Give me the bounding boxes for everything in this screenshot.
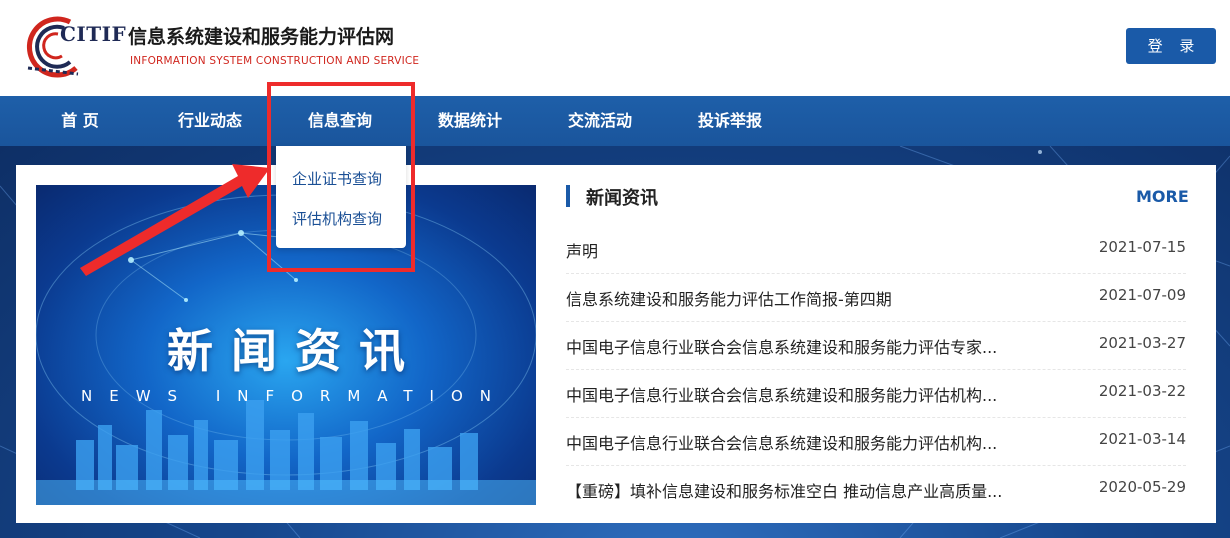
login-button[interactable]: 登 录 [1126, 28, 1216, 64]
section-accent-bar [566, 185, 570, 207]
news-item-title[interactable]: 中国电子信息行业联合会信息系统建设和服务能力评估机构... [566, 430, 997, 454]
news-item-date: 2021-03-14 [1098, 430, 1186, 448]
news-list-item[interactable]: 中国电子信息行业联合会信息系统建设和服务能力评估机构... 2021-03-14 [566, 417, 1186, 466]
nav-item-complaints[interactable]: 投诉举报 [690, 96, 770, 146]
site-header: CITIF 信息系统建设和服务能力评估网 INFORMATION SYSTEM … [0, 0, 1230, 96]
nav-item-events[interactable]: 交流活动 [560, 96, 640, 146]
news-item-title[interactable]: 中国电子信息行业联合会信息系统建设和服务能力评估专家... [566, 334, 997, 358]
site-subtitle: INFORMATION SYSTEM CONSTRUCTION AND SERV… [130, 55, 420, 67]
news-item-date: 2020-05-29 [1098, 478, 1186, 496]
news-list-item[interactable]: 【重磅】填补信息建设和服务标准空白 推动信息产业高质量... 2020-05-2… [566, 465, 1186, 513]
news-item-title[interactable]: 信息系统建设和服务能力评估工作简报-第四期 [566, 286, 892, 310]
news-item-title[interactable]: 中国电子信息行业联合会信息系统建设和服务能力评估机构... [566, 382, 997, 406]
news-item-date: 2021-03-27 [1098, 334, 1186, 352]
banner-title: 新闻资讯 [167, 324, 423, 378]
nav-item-industry-news[interactable]: 行业动态 [170, 96, 250, 146]
news-list-item[interactable]: 声明 2021-07-15 [566, 225, 1186, 274]
news-section-title: 新闻资讯 [586, 188, 658, 209]
news-item-title[interactable]: 声明 [566, 238, 598, 262]
news-list-item[interactable]: 中国电子信息行业联合会信息系统建设和服务能力评估机构... 2021-03-22 [566, 369, 1186, 418]
news-list-item[interactable]: 信息系统建设和服务能力评估工作简报-第四期 2021-07-09 [566, 273, 1186, 322]
nav-item-home[interactable]: 首 页 [40, 96, 120, 146]
news-item-date: 2021-07-09 [1098, 286, 1186, 304]
brand-abbreviation: CITIF [60, 22, 127, 46]
annotation-highlight-box [267, 82, 415, 272]
nav-item-statistics[interactable]: 数据统计 [430, 96, 510, 146]
news-item-date: 2021-03-22 [1098, 382, 1186, 400]
site-title: 信息系统建设和服务能力评估网 [128, 26, 395, 48]
main-nav: 首 页 行业动态 信息查询 数据统计 交流活动 投诉举报 [0, 96, 1230, 146]
news-list-item[interactable]: 中国电子信息行业联合会信息系统建设和服务能力评估专家... 2021-03-27 [566, 321, 1186, 370]
banner-subtitle: NEWS INFORMATION [81, 387, 508, 405]
news-item-title[interactable]: 【重磅】填补信息建设和服务标准空白 推动信息产业高质量... [566, 478, 1002, 502]
news-item-date: 2021-07-15 [1098, 238, 1186, 256]
news-more-link[interactable]: MORE [1136, 187, 1189, 206]
